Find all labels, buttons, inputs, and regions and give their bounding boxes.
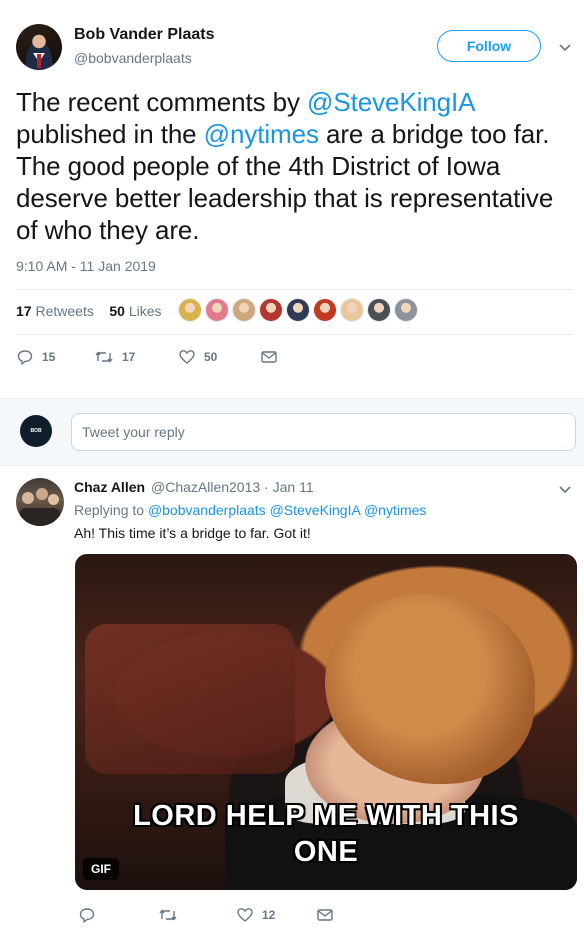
reply-author-avatar[interactable] [16,478,64,526]
replying-prefix: Replying to [74,502,148,518]
liker-avatar[interactable] [259,298,283,322]
liker-avatar[interactable] [394,298,418,322]
reply-action[interactable] [78,906,104,924]
reply-icon [16,348,34,366]
gif-caption-line: LORD HELP ME WITH THIS [133,800,519,832]
mention-link-nytimes[interactable]: @nytimes [204,119,319,149]
envelope-icon [260,348,278,366]
like-action[interactable]: 50 [178,348,217,366]
reply-input[interactable]: Tweet your reply [71,413,576,451]
divider [16,289,574,290]
reply-author-handle-date[interactable]: @ChazAllen2013 · Jan 11 [151,479,314,495]
gif-caption: LORD HELP ME WITH THIS ONE [75,798,577,870]
likes-stat[interactable]: 50 Likes [109,303,161,319]
gif-scene-chair [85,624,295,774]
liker-avatar[interactable] [205,298,229,322]
retweets-count: 17 [16,303,32,319]
author-handle[interactable]: @bobvanderplaats [74,50,192,66]
gif-badge: GIF [83,858,119,880]
liker-avatar[interactable] [367,298,391,322]
heart-icon [178,348,196,366]
chevron-down-icon[interactable] [558,482,572,496]
tweet-text-part: The recent comments by [16,87,308,117]
like-action[interactable]: 12 [236,906,275,924]
mention-link-steveking[interactable]: @SteveKingIA [307,87,474,117]
reply-icon [78,906,96,924]
author-avatar[interactable] [16,24,62,70]
chevron-down-icon[interactable] [558,40,572,54]
author-name[interactable]: Bob Vander Plaats [74,26,215,44]
gif-caption-line: ONE [293,836,359,868]
reply-author-name[interactable]: Chaz Allen [74,479,145,495]
envelope-icon [316,906,334,924]
like-count: 12 [262,908,276,922]
reply-text: Ah! This time it’s a bridge to far. Got … [74,525,311,541]
reply-actions: 12 [74,906,374,926]
gif-media[interactable]: LORD HELP ME WITH THIS ONE GIF [75,554,577,890]
retweet-icon [94,348,114,366]
liker-avatar[interactable] [232,298,256,322]
liker-avatars [178,298,418,324]
like-count: 50 [204,350,218,364]
tweet-text: The recent comments by @SteveKingIA publ… [16,86,571,246]
retweet-icon [158,906,178,924]
liker-avatar[interactable] [178,298,202,322]
replying-to-mentions[interactable]: @bobvanderplaats @SteveKingIA @nytimes [148,502,426,518]
divider [16,334,574,335]
retweets-label: Retweets [35,303,94,319]
tweet-actions: 15 17 50 [16,348,316,368]
replying-to: Replying to @bobvanderplaats @SteveKingI… [74,502,426,518]
reply-composer: BOB Tweet your reply [0,398,584,466]
follow-button[interactable]: Follow [437,30,541,62]
retweet-count: 17 [122,350,136,364]
likes-count: 50 [109,303,125,319]
likes-label: Likes [128,303,162,319]
heart-icon [236,906,254,924]
dm-action[interactable] [316,906,334,924]
liker-avatar[interactable] [286,298,310,322]
dm-action[interactable] [260,348,278,366]
liker-avatar[interactable] [340,298,364,322]
tweet-stats: 17 Retweets 50 Likes [16,303,162,319]
reply-action[interactable]: 15 [16,348,55,366]
retweet-action[interactable] [158,906,186,924]
retweets-stat[interactable]: 17 Retweets [16,303,94,319]
liker-avatar[interactable] [313,298,337,322]
reply-count: 15 [42,350,56,364]
tweet-text-part: published in the [16,119,204,149]
tweet-timestamp[interactable]: 9:10 AM - 11 Jan 2019 [16,258,156,274]
retweet-action[interactable]: 17 [94,348,135,366]
current-user-avatar[interactable]: BOB [20,415,52,447]
